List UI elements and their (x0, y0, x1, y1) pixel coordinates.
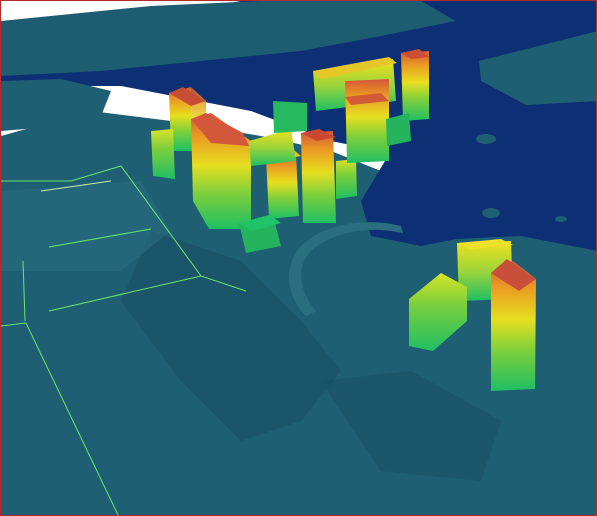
islet-2 (555, 216, 567, 222)
building-front[interactable] (345, 79, 389, 163)
city-scene[interactable] (1, 1, 597, 516)
map-viewport[interactable] (0, 0, 597, 516)
building-front[interactable] (249, 129, 296, 166)
islet-3 (476, 134, 496, 144)
building-front[interactable] (151, 129, 175, 179)
building-front[interactable] (401, 51, 429, 121)
building-front[interactable] (273, 101, 307, 133)
building-front[interactable] (301, 131, 336, 223)
islet-1 (482, 208, 500, 218)
building-front[interactable] (336, 159, 357, 199)
